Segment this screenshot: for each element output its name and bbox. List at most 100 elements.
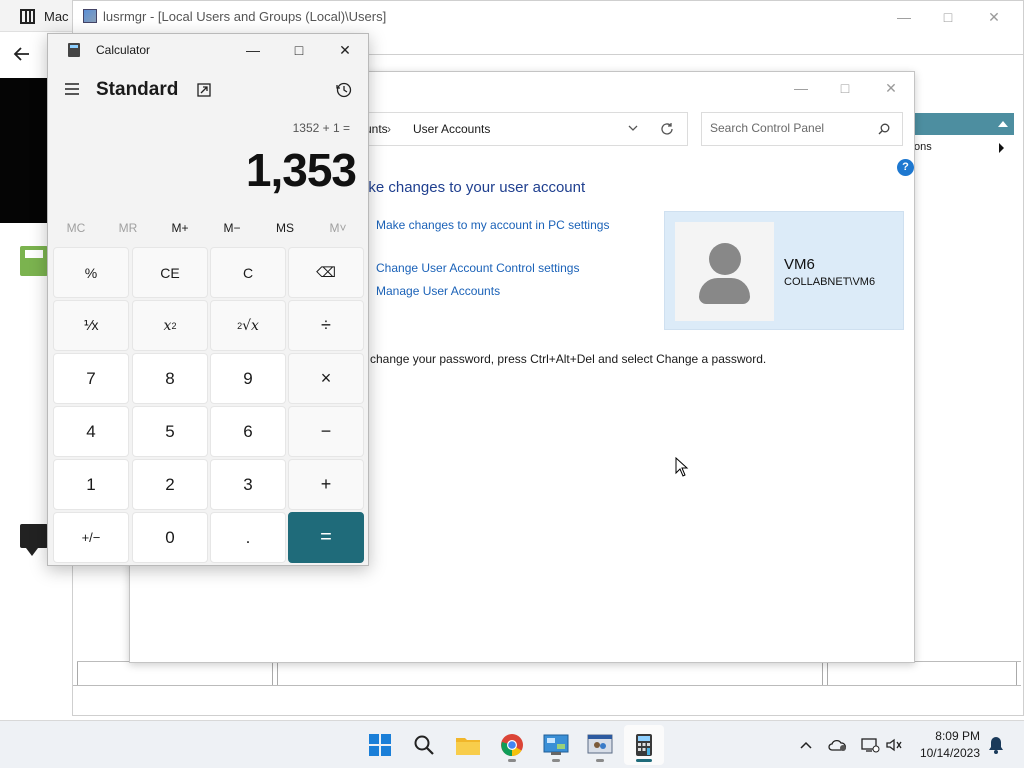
hamburger-menu-icon[interactable] [64, 82, 80, 96]
avatar-body [699, 278, 750, 304]
clock-date[interactable]: 10/14/2023 [900, 746, 980, 760]
digit-5-button[interactable]: 5 [132, 406, 208, 457]
minimize-button[interactable]: — [881, 1, 927, 33]
help-icon[interactable]: ? [897, 159, 914, 176]
chrome-button[interactable] [492, 725, 532, 765]
calc-header: Standard [48, 72, 368, 108]
start-icon [369, 734, 391, 756]
keep-on-top-icon[interactable] [196, 82, 212, 98]
square-root-button[interactable]: 2 √x [210, 300, 286, 351]
actions-panel: ons [913, 89, 1023, 689]
digit-8-button[interactable]: 8 [132, 353, 208, 404]
close-button[interactable]: ✕ [971, 1, 1017, 33]
pc-settings-link[interactable]: Make changes to my account in PC setting… [376, 218, 609, 232]
decimal-button[interactable]: . [210, 512, 286, 563]
lusrmgr-scroll-area [77, 661, 1021, 686]
digit-4-button[interactable]: 4 [53, 406, 129, 457]
clock-time[interactable]: 8:09 PM [900, 729, 980, 743]
lusrmgr-icon [587, 734, 613, 754]
running-indicator [596, 759, 604, 762]
memory-add-button[interactable]: M+ [154, 216, 206, 240]
calc-maximize-button[interactable]: □ [276, 34, 322, 66]
calculator-button[interactable] [624, 725, 664, 765]
calc-minimize-button[interactable]: — [230, 34, 276, 66]
manage-accounts-link[interactable]: Manage User Accounts [376, 284, 500, 298]
uac-settings-link[interactable]: Change User Account Control settings [376, 261, 579, 275]
cp-minimize-button[interactable]: — [778, 72, 824, 104]
memory-row: MC MR M+ M− MS M˅ [48, 216, 368, 240]
digit-9-button[interactable]: 9 [210, 353, 286, 404]
memory-store-button[interactable]: MS [259, 216, 311, 240]
user-card: VM6 COLLABNET\VM6 [664, 211, 904, 330]
user-name: VM6 [784, 256, 815, 273]
back-arrow-icon[interactable] [12, 44, 32, 64]
actions-item[interactable]: ons [914, 141, 1014, 153]
pane-left [77, 662, 273, 686]
digit-7-button[interactable]: 7 [53, 353, 129, 404]
calc-mode-title: Standard [96, 79, 179, 100]
plus-button[interactable]: + [288, 459, 364, 510]
breadcrumb-current[interactable]: User Accounts [413, 122, 490, 136]
memory-list-button[interactable]: M˅ [312, 216, 364, 240]
chevron-down-icon[interactable] [627, 122, 639, 134]
search-box[interactable] [701, 112, 903, 146]
avatar [675, 222, 774, 321]
cp-close-button[interactable]: ✕ [868, 72, 914, 104]
divide-button[interactable]: ÷ [288, 300, 364, 351]
status-bar [73, 685, 1021, 713]
actions-header[interactable] [914, 113, 1014, 135]
page-heading: ake changes to your user account [360, 179, 586, 196]
square-button[interactable]: x2 [132, 300, 208, 351]
reciprocal-button[interactable]: ⅟x [53, 300, 129, 351]
collapse-up-icon[interactable] [998, 121, 1008, 127]
search-input[interactable] [710, 121, 870, 135]
cp-maximize-button[interactable]: □ [822, 72, 868, 104]
memory-clear-button[interactable]: MC [50, 216, 102, 240]
backspace-button[interactable]: ⌫ [288, 247, 364, 298]
digit-6-button[interactable]: 6 [210, 406, 286, 457]
digit-2-button[interactable]: 2 [132, 459, 208, 510]
taskbar-search-button[interactable] [404, 725, 444, 765]
breadcrumb-separator-icon: › [387, 122, 391, 136]
equals-button[interactable]: = [288, 512, 364, 563]
onedrive-icon[interactable] [828, 735, 848, 755]
minus-button[interactable]: − [288, 406, 364, 457]
file-explorer-button[interactable] [448, 725, 488, 765]
clear-button[interactable]: C [210, 247, 286, 298]
digit-3-button[interactable]: 3 [210, 459, 286, 510]
calc-close-button[interactable]: ✕ [322, 34, 368, 66]
lusrmgr-titlebar[interactable]: lusrmgr - [Local Users and Groups (Local… [73, 1, 1023, 33]
digit-0-button[interactable]: 0 [132, 512, 208, 563]
calc-titlebar[interactable]: Calculator — □ ✕ [48, 34, 368, 66]
maximize-button[interactable]: □ [925, 1, 971, 33]
notification-bell-icon[interactable] [986, 735, 1006, 755]
multiply-button[interactable]: × [288, 353, 364, 404]
percent-button[interactable]: % [53, 247, 129, 298]
search-icon [414, 735, 434, 755]
digit-1-button[interactable]: 1 [53, 459, 129, 510]
history-icon[interactable] [335, 81, 353, 99]
chat-icon[interactable] [20, 524, 48, 556]
control-panel-button[interactable] [536, 725, 576, 765]
search-icon[interactable] [878, 123, 890, 135]
save-icon[interactable] [20, 246, 48, 276]
mouse-pointer-icon [675, 457, 689, 477]
calculator-icon [636, 734, 652, 756]
clear-entry-button[interactable]: CE [132, 247, 208, 298]
memory-subtract-button[interactable]: M− [206, 216, 258, 240]
network-icon[interactable] [860, 735, 880, 755]
lusrmgr-button[interactable] [580, 725, 620, 765]
chrome-icon [501, 734, 523, 756]
refresh-icon[interactable] [659, 121, 675, 137]
browser-tab[interactable]: Mac [0, 0, 80, 32]
calc-title: Calculator [96, 43, 151, 57]
start-button[interactable] [360, 725, 400, 765]
negate-button[interactable]: +/− [53, 512, 129, 563]
calc-keypad: % CE C ⌫ ⅟x x2 2 √x ÷ 7 8 9 × 4 5 6 − 1 2… [52, 246, 366, 564]
browser-tab-title: Mac [44, 9, 69, 24]
tray-overflow-chevron-icon[interactable] [796, 735, 816, 755]
dark-panel [0, 78, 50, 223]
memory-recall-button[interactable]: MR [102, 216, 154, 240]
lusrmgr-title: lusrmgr - [Local Users and Groups (Local… [103, 9, 387, 24]
avatar-head [709, 243, 741, 275]
